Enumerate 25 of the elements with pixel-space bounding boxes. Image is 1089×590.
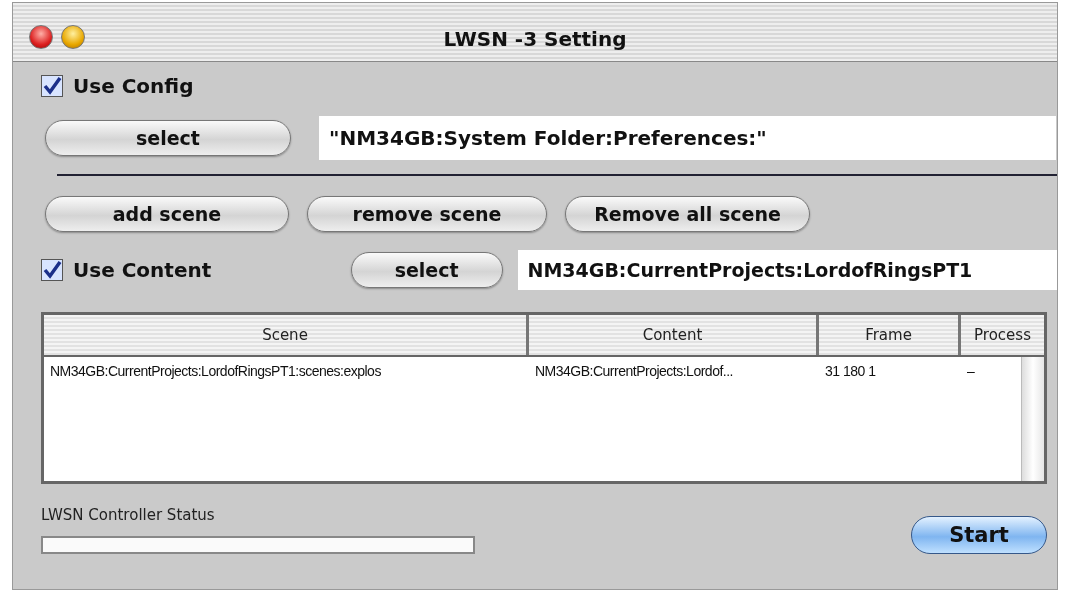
status-label: LWSN Controller Status	[41, 506, 216, 524]
column-header[interactable]: Content	[529, 315, 819, 355]
start-button[interactable]: Start	[911, 516, 1047, 554]
column-header[interactable]: Scene	[44, 315, 529, 355]
scene-button[interactable]: Remove all scene	[565, 196, 810, 232]
config-path-field[interactable]: "NM34GB:System Folder:Preferences:"	[319, 116, 1056, 160]
minimize-button[interactable]	[61, 25, 85, 49]
checkbox[interactable]	[41, 75, 63, 97]
select-button[interactable]: select	[45, 120, 291, 156]
scrollbar[interactable]	[1021, 357, 1044, 481]
table-cell-text: NM34GB:CurrentProjects:LordofRingsPT1:scenes:explos	[49, 362, 382, 381]
close-button[interactable]	[29, 25, 53, 49]
column-header[interactable]: Process	[961, 315, 1044, 355]
content-path-field[interactable]: NM34GB:CurrentProjects:LordofRingsPT1	[517, 250, 1057, 290]
window-title: LWSN -3 Setting	[443, 27, 627, 51]
checkbox-label: Use Content	[73, 258, 212, 282]
checkbox[interactable]	[41, 259, 63, 281]
checkbox-label: Use Config	[73, 74, 194, 98]
table-cell-text: NM34GB:CurrentProjects:Lordof...	[534, 362, 734, 381]
table-cell-text: 31 180 1	[824, 362, 877, 381]
scene-button[interactable]: add scene	[45, 196, 289, 232]
column-header[interactable]: Frame	[819, 315, 961, 355]
table-cell-text: –	[966, 362, 976, 381]
select-button[interactable]: select	[350, 252, 503, 288]
scene-button[interactable]: remove scene	[307, 196, 547, 232]
